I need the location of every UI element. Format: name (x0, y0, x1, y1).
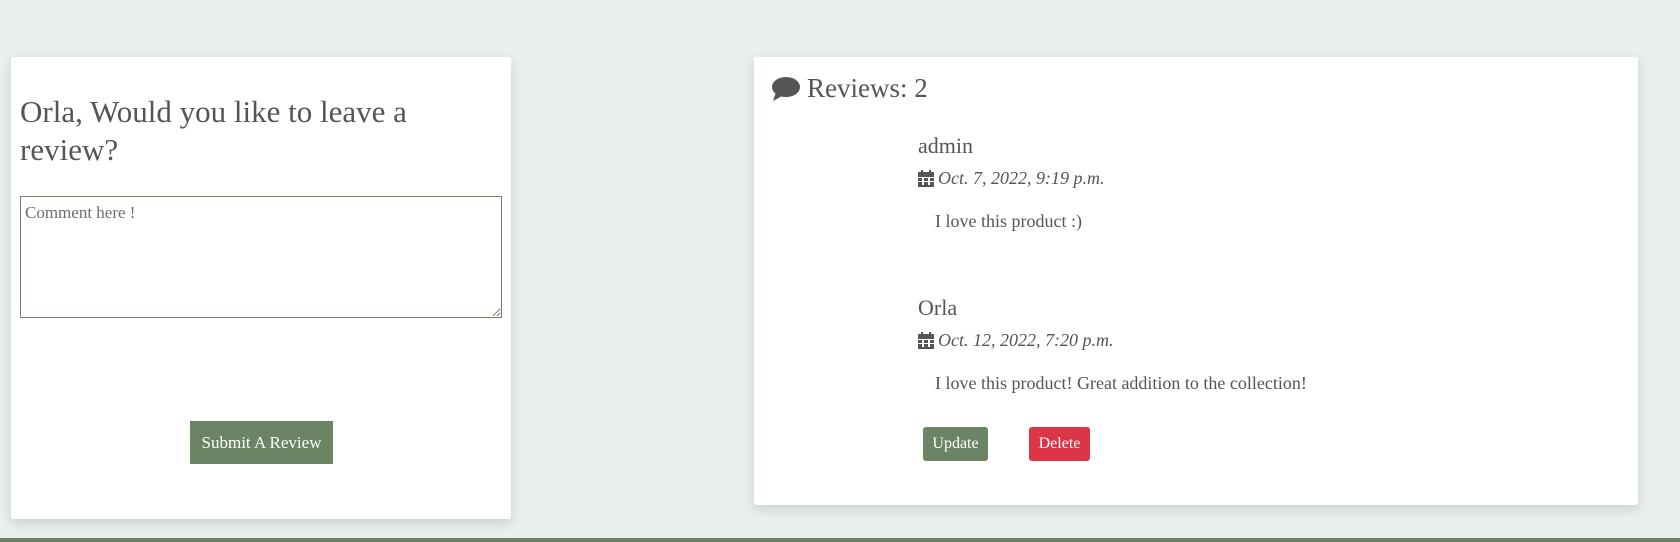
comment-input[interactable] (20, 196, 502, 318)
submit-review-button[interactable]: Submit A Review (190, 421, 333, 464)
review-form-card: Orla, Would you like to leave a review? … (11, 57, 511, 519)
review-date: Oct. 12, 2022, 7:20 p.m. (938, 330, 1114, 350)
review-form-heading: Orla, Would you like to leave a review? (20, 94, 407, 167)
review-body: I love this product :) (935, 211, 1082, 231)
review-date-row: Oct. 7, 2022, 9:19 p.m. (918, 168, 1104, 189)
delete-review-button[interactable]: Delete (1029, 427, 1090, 461)
reviews-count-title: Reviews: 2 (807, 73, 928, 103)
review-item: Orla Oct. 12, 2022, 7:20 p.m. I love thi… (918, 295, 1307, 394)
review-date-row: Oct. 12, 2022, 7:20 p.m. (918, 330, 1307, 351)
footer-bar (0, 538, 1680, 542)
review-date: Oct. 7, 2022, 9:19 p.m. (938, 168, 1105, 188)
calendar-icon (918, 169, 934, 187)
review-body: I love this product! Great addition to t… (935, 373, 1307, 393)
review-item: admin Oct. 7, 2022, 9:19 p.m. I love thi… (918, 133, 1104, 232)
review-author: admin (918, 133, 973, 158)
reviews-card: Reviews: 2 admin Oct. 7, 2022, 9:19 p.m.… (754, 57, 1638, 505)
comment-icon (772, 76, 800, 101)
review-author: Orla (918, 295, 958, 320)
calendar-icon (918, 331, 934, 349)
reviews-header: Reviews: 2 (771, 73, 928, 104)
update-review-button[interactable]: Update (923, 427, 988, 461)
